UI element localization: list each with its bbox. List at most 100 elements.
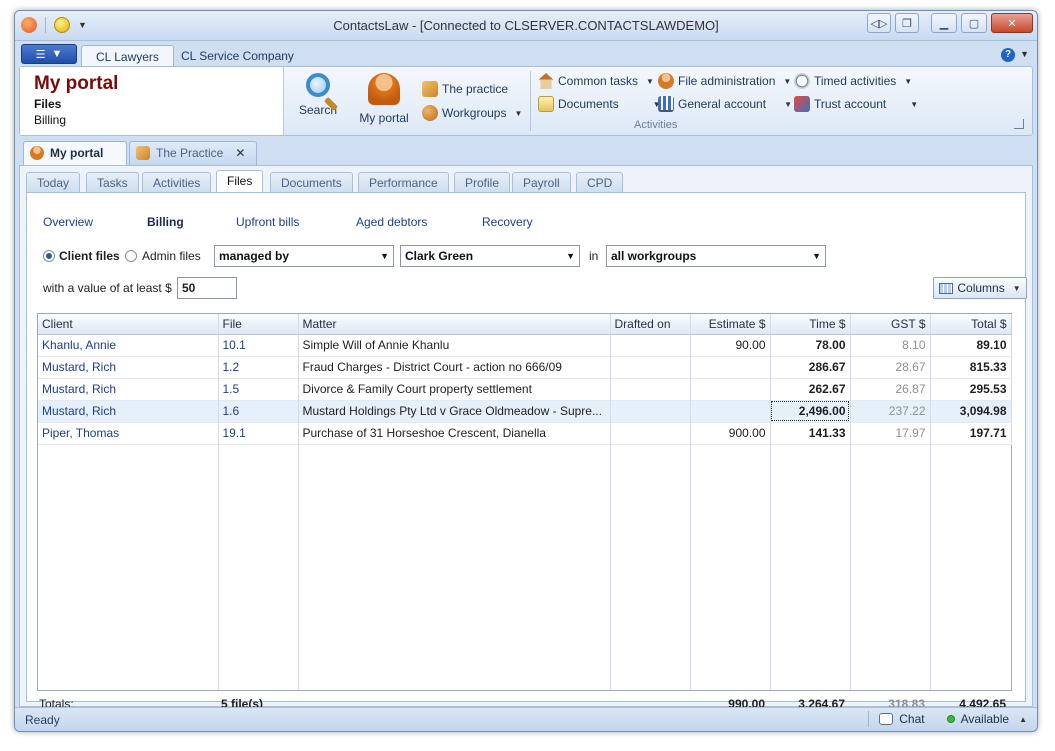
minimize-button[interactable]: ▁ <box>931 13 957 33</box>
column-header-matter[interactable]: Matter <box>298 314 611 335</box>
tab-my-portal[interactable]: My portal <box>23 141 127 165</box>
close-button[interactable]: ✕ <box>991 13 1033 33</box>
chat-icon[interactable] <box>879 713 894 725</box>
tab-payroll[interactable]: Payroll <box>512 172 571 193</box>
client-files-radio[interactable] <box>43 250 55 262</box>
chevron-up-icon[interactable]: ▲ <box>1019 715 1027 724</box>
timed-activities-label: Timed activities <box>814 74 897 88</box>
matter-cell: Mustard Holdings Pty Ltd v Grace Oldmead… <box>298 400 611 423</box>
tab-files[interactable]: Files <box>216 170 264 194</box>
tab-documents[interactable]: Documents <box>270 172 353 193</box>
my-portal-button[interactable]: My portal <box>354 71 414 133</box>
client-cell[interactable]: Mustard, Rich <box>38 356 219 379</box>
ribbon-tab-bar: ☰ ▼ CL Lawyers CL Service Company ? ▼ <box>15 42 1037 67</box>
file-cell[interactable]: 10.1 <box>218 334 299 357</box>
switch-view-button[interactable]: ◁▷ <box>867 13 891 33</box>
house-icon <box>538 73 554 89</box>
managed-by-select[interactable]: managed by ▼ <box>214 245 394 267</box>
minimum-value-input[interactable]: 50 <box>177 277 237 299</box>
billing-grid: Client File Matter Drafted on Estimate $… <box>37 313 1012 691</box>
client-cell[interactable]: Khanlu, Annie <box>38 334 219 357</box>
link-aged-debtors[interactable]: Aged debtors <box>356 215 427 229</box>
chevron-down-icon: ▼ <box>812 251 821 261</box>
search-button[interactable]: Search <box>288 71 348 133</box>
documents-button[interactable]: Documents ▼ <box>538 94 661 114</box>
person-select[interactable]: Clark Green ▼ <box>400 245 580 267</box>
restore-view-button[interactable]: ❐ <box>895 13 919 33</box>
link-billing[interactable]: Billing <box>147 215 184 229</box>
total-cell: 815.33 <box>930 356 1012 379</box>
help-icon[interactable]: ? <box>1001 48 1015 62</box>
general-account-button[interactable]: General account ▼ <box>658 94 792 114</box>
file-cell[interactable]: 1.5 <box>218 378 299 401</box>
the-practice-button[interactable]: The practice <box>422 79 508 99</box>
value-label: with a value of at least $ <box>43 281 172 295</box>
common-tasks-button[interactable]: Common tasks ▼ <box>538 71 654 91</box>
application-menu-button[interactable]: ☰ ▼ <box>21 44 77 64</box>
status-right: Chat Available ▲ <box>868 711 1027 727</box>
close-tab-icon[interactable]: ✕ <box>235 146 245 160</box>
workgroups-button[interactable]: Workgroups ▼ <box>422 103 522 123</box>
ribbon-tab-cl-lawyers[interactable]: CL Lawyers <box>81 45 174 67</box>
tab-tasks[interactable]: Tasks <box>86 172 139 193</box>
maximize-button[interactable]: ▢ <box>961 13 987 33</box>
file-administration-button[interactable]: File administration ▼ <box>658 71 791 91</box>
tab-performance[interactable]: Performance <box>358 172 449 193</box>
trust-account-label: Trust account <box>814 97 887 111</box>
admin-files-radio[interactable] <box>125 250 137 262</box>
tab-activities[interactable]: Activities <box>142 172 212 193</box>
tab-cpd[interactable]: CPD <box>576 172 624 193</box>
columns-button[interactable]: Columns ▼ <box>933 277 1027 299</box>
general-account-icon <box>658 96 674 112</box>
tab-today[interactable]: Today <box>26 172 81 193</box>
table-row[interactable]: Piper, Thomas 19.1 Purchase of 31 Horses… <box>38 422 1012 445</box>
page-section: Files <box>34 97 62 111</box>
window-controls: ◁▷ ❐ ▁ ▢ ✕ <box>867 13 1033 33</box>
time-cell[interactable]: 2,496.00 <box>770 400 851 423</box>
drafted-cell <box>610 378 691 401</box>
column-header-total[interactable]: Total $ <box>930 314 1012 335</box>
table-row[interactable]: Mustard, Rich 1.5 Divorce & Family Court… <box>38 378 1012 401</box>
column-header-gst[interactable]: GST $ <box>850 314 931 335</box>
ribbon-tab-cl-service-company[interactable]: CL Service Company <box>167 45 308 67</box>
help-dropdown-icon[interactable]: ▼ <box>1020 49 1029 59</box>
column-header-client[interactable]: Client <box>38 314 219 335</box>
link-recovery[interactable]: Recovery <box>482 215 533 229</box>
table-row-selected[interactable]: Mustard, Rich 1.6 Mustard Holdings Pty L… <box>38 400 1012 423</box>
workgroups-select[interactable]: all workgroups ▼ <box>606 245 826 267</box>
column-header-time[interactable]: Time $ <box>770 314 851 335</box>
client-cell[interactable]: Piper, Thomas <box>38 422 219 445</box>
gst-cell: 17.97 <box>850 422 931 445</box>
file-cell[interactable]: 19.1 <box>218 422 299 445</box>
total-cell: 197.71 <box>930 422 1012 445</box>
chevron-down-icon: ▼ <box>904 76 913 86</box>
common-tasks-label: Common tasks <box>558 74 639 88</box>
chevron-down-icon: ▼ <box>514 108 523 118</box>
dialog-launcher-icon[interactable] <box>1014 119 1024 129</box>
table-row[interactable]: Mustard, Rich 1.2 Fraud Charges - Distri… <box>38 356 1012 379</box>
availability-label[interactable]: Available <box>961 712 1009 726</box>
chat-label[interactable]: Chat <box>899 712 924 726</box>
statusbar-separator <box>868 711 870 727</box>
trust-account-button[interactable]: Trust account ▼ <box>794 94 918 114</box>
client-cell[interactable]: Mustard, Rich <box>38 400 219 423</box>
tab-profile[interactable]: Profile <box>454 172 511 193</box>
table-row[interactable]: Khanlu, Annie 10.1 Simple Will of Annie … <box>38 334 1012 357</box>
column-header-estimate[interactable]: Estimate $ <box>690 314 771 335</box>
file-cell[interactable]: 1.6 <box>218 400 299 423</box>
timed-activities-button[interactable]: Timed activities ▼ <box>794 71 912 91</box>
gst-cell: 26.87 <box>850 378 931 401</box>
client-cell[interactable]: Mustard, Rich <box>38 378 219 401</box>
estimate-cell <box>690 400 771 423</box>
column-header-drafted-on[interactable]: Drafted on <box>610 314 691 335</box>
file-cell[interactable]: 1.2 <box>218 356 299 379</box>
link-overview[interactable]: Overview <box>43 215 93 229</box>
link-upfront-bills[interactable]: Upfront bills <box>236 215 299 229</box>
total-cell: 89.10 <box>930 334 1012 357</box>
matter-cell: Divorce & Family Court property settleme… <box>298 378 611 401</box>
app-window: ▼ ContactsLaw - [Connected to CLSERVER.C… <box>14 10 1038 732</box>
time-cell: 286.67 <box>770 356 851 379</box>
tab-the-practice[interactable]: The Practice ✕ <box>129 141 257 165</box>
status-text: Ready <box>25 713 60 727</box>
column-header-file[interactable]: File <box>218 314 299 335</box>
